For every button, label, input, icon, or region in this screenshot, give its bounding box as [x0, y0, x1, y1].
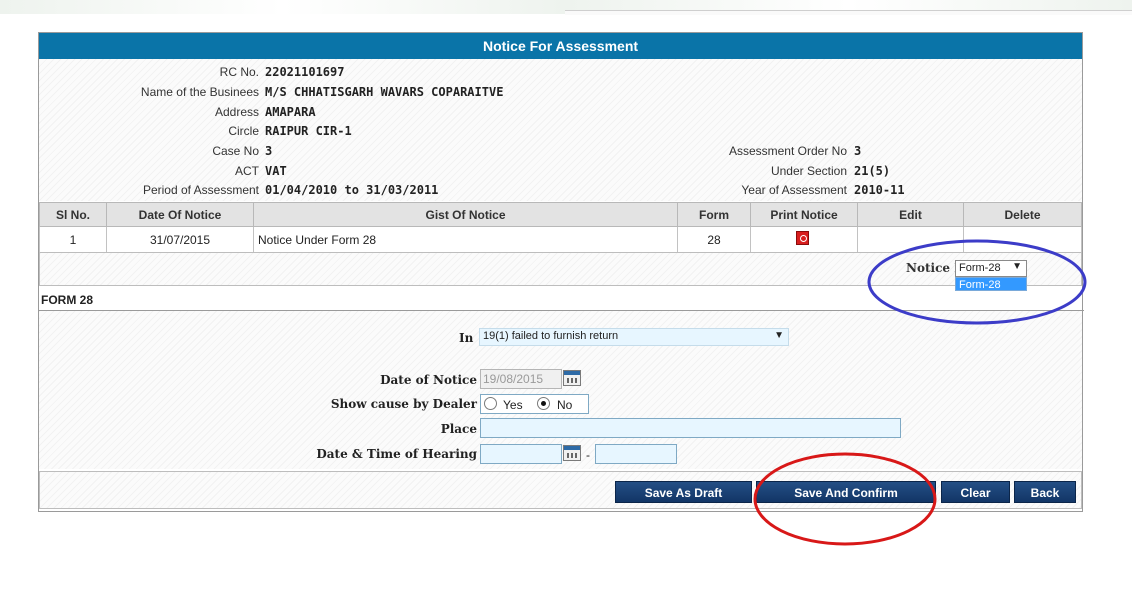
blue-annotation-circle: [867, 239, 1087, 325]
red-annotation-circle: [753, 452, 937, 546]
annotation-overlay: [753, 239, 1087, 546]
